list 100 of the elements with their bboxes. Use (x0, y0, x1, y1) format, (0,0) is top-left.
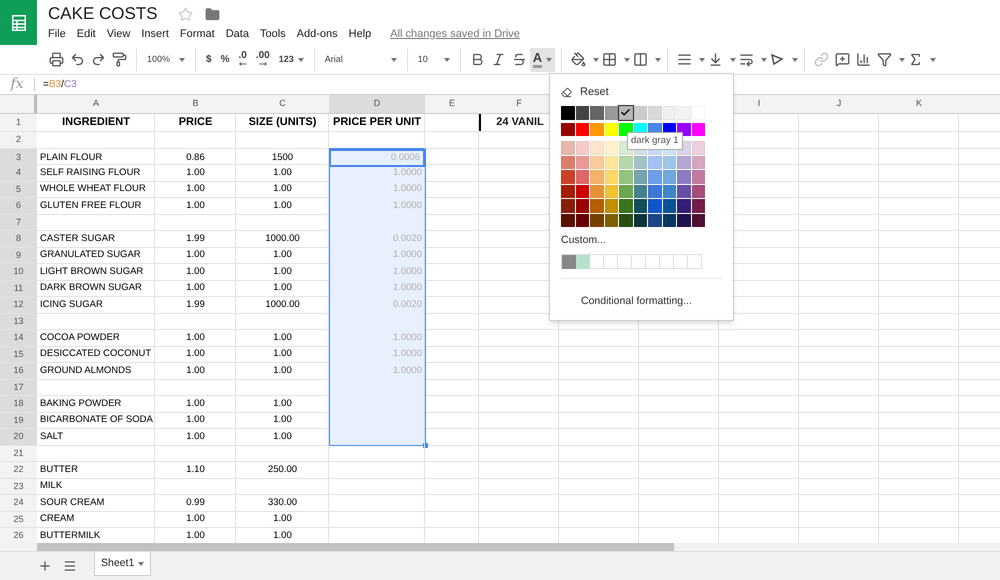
color-swatch[interactable] (662, 170, 676, 184)
color-swatch[interactable] (590, 184, 604, 198)
column-header[interactable]: D (329, 95, 425, 113)
menu-item[interactable]: Edit (76, 26, 96, 42)
color-swatch[interactable] (648, 106, 662, 120)
color-swatch[interactable] (604, 199, 618, 212)
menu-item[interactable]: Add-ons (296, 26, 338, 42)
color-swatch[interactable] (648, 156, 662, 169)
row-header[interactable]: 8 (0, 231, 37, 246)
color-swatch[interactable] (561, 184, 574, 198)
color-swatch[interactable] (692, 184, 705, 198)
color-swatch[interactable] (576, 214, 589, 227)
row-header[interactable]: 7 (0, 214, 37, 230)
color-swatch[interactable] (692, 141, 705, 154)
color-swatch[interactable] (619, 184, 632, 198)
save-status-link[interactable]: All changes saved in Drive (390, 26, 520, 42)
row-header[interactable]: 15 (0, 346, 37, 362)
star-icon[interactable] (178, 6, 193, 22)
row-header[interactable]: 4 (0, 165, 37, 180)
row-header[interactable]: 24 (0, 495, 37, 510)
row-header[interactable]: 19 (0, 412, 37, 428)
color-swatch[interactable] (692, 122, 705, 136)
folder-icon[interactable] (204, 6, 220, 22)
color-swatch[interactable] (604, 156, 618, 169)
row-header[interactable]: 9 (0, 248, 37, 263)
color-swatch[interactable] (590, 122, 604, 136)
color-swatch[interactable] (662, 106, 676, 120)
color-swatch[interactable] (590, 170, 604, 184)
row-header[interactable]: 22 (0, 462, 37, 478)
row-header[interactable]: 11 (0, 280, 37, 296)
row-header[interactable]: 21 (0, 446, 37, 461)
more-formats-dropdown[interactable]: 123 (278, 52, 304, 66)
color-swatch[interactable] (561, 156, 574, 169)
color-swatch[interactable] (648, 214, 662, 227)
row-header[interactable]: 23 (0, 478, 37, 494)
currency-button[interactable]: $ (206, 52, 212, 67)
color-swatch[interactable] (677, 199, 690, 212)
document-title[interactable]: CAKE COSTS (48, 3, 158, 25)
menu-item[interactable]: Insert (141, 26, 169, 42)
increase-decimals-button[interactable]: .00 (256, 51, 270, 68)
row-header[interactable]: 18 (0, 396, 37, 412)
color-swatch[interactable] (561, 214, 574, 227)
sheet-tab[interactable]: Sheet1 (94, 552, 152, 576)
horizontal-scrollbar[interactable] (0, 543, 1000, 551)
color-swatch[interactable] (561, 199, 574, 212)
link-icon[interactable] (814, 52, 830, 67)
custom-color-menu-item[interactable]: Custom... (561, 233, 606, 249)
color-swatch[interactable] (677, 106, 690, 120)
color-swatch[interactable] (634, 199, 647, 212)
color-swatch[interactable] (677, 156, 690, 169)
zoom-dropdown[interactable]: 100% (143, 52, 189, 66)
menu-item[interactable]: View (106, 26, 130, 42)
color-swatch[interactable] (604, 122, 618, 136)
color-swatch[interactable] (604, 106, 618, 120)
color-swatch[interactable] (634, 170, 647, 184)
color-swatch[interactable] (634, 184, 647, 198)
column-header[interactable]: J (799, 95, 879, 113)
row-header[interactable]: 2 (0, 132, 37, 148)
app-logo[interactable] (0, 0, 37, 45)
color-swatch[interactable] (634, 156, 647, 169)
column-header[interactable]: E (425, 95, 479, 113)
formula-field[interactable]: =B3/C3 (43, 75, 343, 94)
column-header[interactable]: K (879, 95, 959, 113)
decrease-decimals-button[interactable]: .0 (238, 51, 247, 68)
color-swatch[interactable] (692, 214, 705, 227)
color-swatch[interactable] (619, 156, 632, 169)
color-swatch[interactable] (576, 156, 589, 169)
color-swatch[interactable] (604, 141, 618, 154)
custom-color-swatch[interactable] (576, 254, 590, 269)
row-header[interactable]: 13 (0, 314, 37, 329)
text-rotation-icon[interactable] (770, 52, 786, 67)
color-swatch[interactable] (590, 199, 604, 212)
color-swatch[interactable] (662, 214, 676, 227)
row-header[interactable]: 17 (0, 380, 37, 395)
color-swatch[interactable] (648, 184, 662, 198)
column-header[interactable]: A (37, 95, 155, 113)
column-header[interactable]: C (236, 95, 329, 113)
menu-item[interactable]: Data (226, 26, 249, 42)
color-swatch[interactable] (576, 199, 589, 212)
color-swatch[interactable] (648, 199, 662, 212)
color-swatch[interactable] (576, 184, 589, 198)
row-header[interactable]: 20 (0, 429, 37, 444)
color-swatch[interactable] (662, 199, 676, 212)
row-header[interactable]: 10 (0, 264, 37, 280)
color-swatch[interactable] (692, 156, 705, 169)
color-swatch[interactable] (590, 141, 604, 154)
row-header[interactable]: 16 (0, 363, 37, 378)
percent-button[interactable]: % (220, 52, 230, 67)
color-swatch[interactable] (634, 106, 647, 120)
color-swatch[interactable] (576, 106, 589, 120)
color-swatch[interactable] (604, 170, 618, 184)
font-dropdown[interactable]: Arial (320, 52, 401, 66)
reset-menu-item[interactable]: Reset (561, 82, 609, 102)
color-swatch[interactable] (677, 214, 690, 227)
color-swatch[interactable] (619, 214, 632, 227)
color-swatch[interactable] (590, 214, 604, 227)
text-color-button[interactable]: A (530, 48, 556, 72)
menu-item[interactable]: Tools (260, 26, 286, 42)
color-swatch[interactable] (604, 184, 618, 198)
color-swatch[interactable] (662, 156, 676, 169)
